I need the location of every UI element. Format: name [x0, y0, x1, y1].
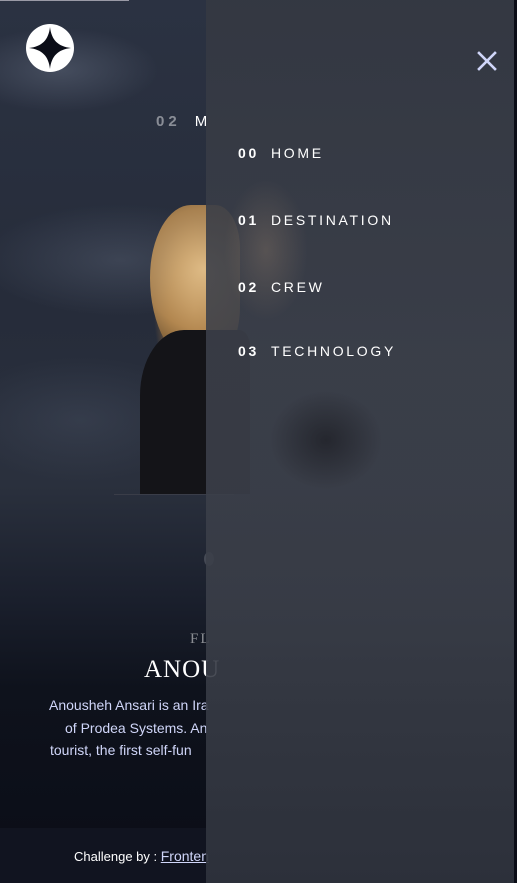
footer-link[interactable]: Fronten — [161, 848, 209, 864]
nav-item-destination[interactable]: 01 DESTINATION — [238, 212, 394, 228]
nav-item-label: HOME — [270, 145, 324, 161]
nav-item-technology[interactable]: 03 TECHNOLOGY — [238, 343, 396, 359]
nav-item-crew[interactable]: 02 CREW — [238, 279, 325, 295]
page-subtitle-number: 02 — [156, 113, 181, 130]
crew-bio-line: tourist, the first self-fun — [50, 742, 192, 758]
footer-attribution: Challenge by : Fronten — [74, 848, 209, 864]
nav-item-number: 01 — [238, 212, 259, 228]
nav-item-number: 02 — [238, 279, 259, 295]
nav-item-number: 00 — [238, 145, 259, 161]
page-subtitle: 02 M — [156, 113, 211, 130]
star-logo-icon[interactable] — [26, 24, 74, 72]
nav-item-label: DESTINATION — [270, 212, 394, 228]
nav-item-home[interactable]: 00 HOME — [238, 145, 324, 161]
footer-prefix: Challenge by : — [74, 849, 158, 864]
nav-item-label: TECHNOLOGY — [270, 343, 396, 359]
crew-bio-line: Anousheh Ansari is an Ira — [49, 697, 209, 713]
scroll-indicator-line — [0, 0, 129, 1]
crew-bio-line: of Prodea Systems. An — [65, 719, 208, 736]
close-icon[interactable] — [476, 50, 498, 72]
nav-item-label: CREW — [270, 279, 325, 295]
nav-item-number: 03 — [238, 343, 259, 359]
nav-panel — [206, 0, 517, 883]
